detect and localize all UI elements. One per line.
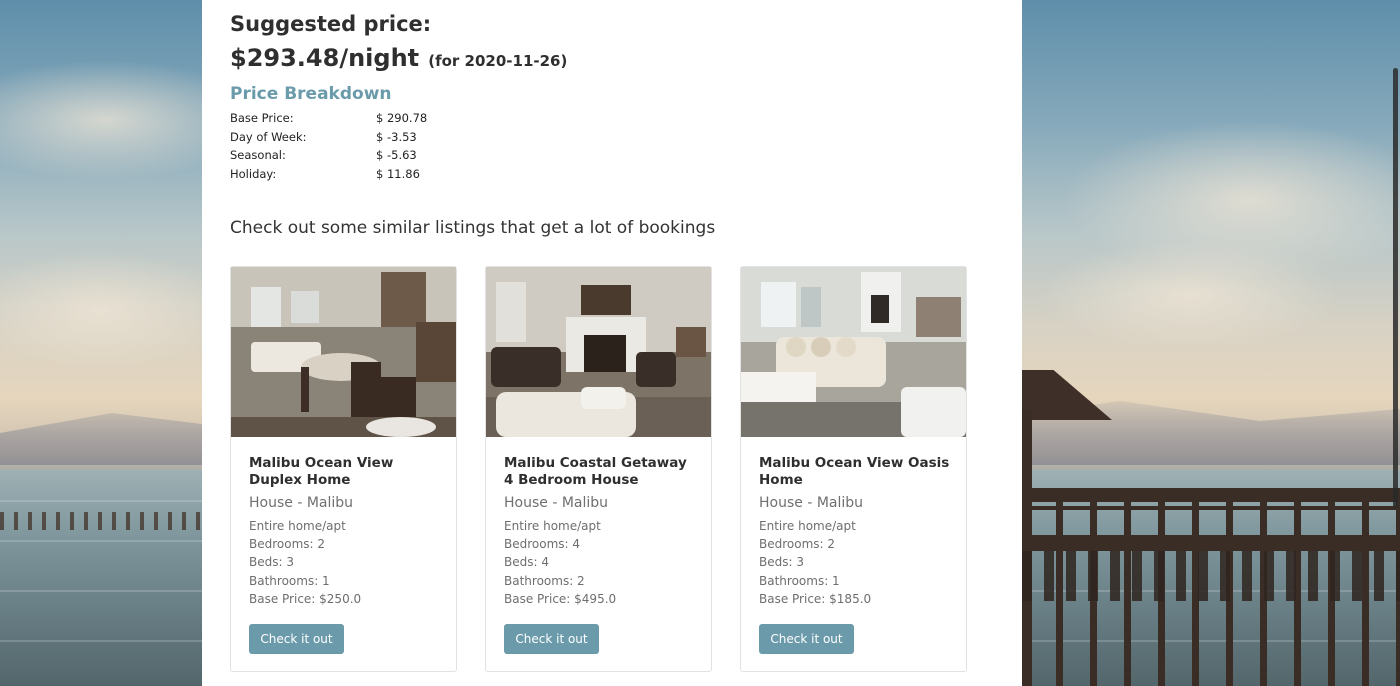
check-it-out-button[interactable]: Check it out	[504, 624, 599, 654]
breakdown-label: Base Price:	[230, 111, 294, 125]
check-it-out-button[interactable]: Check it out	[249, 624, 344, 654]
pier-roof	[1022, 370, 1112, 420]
listing-beds: Beds: 3	[759, 555, 804, 570]
listing-base-price: Base Price: $495.0	[504, 591, 617, 606]
breakdown-label: Day of Week:	[230, 129, 307, 144]
breakdown-value: $ -5.63	[376, 148, 417, 162]
breakdown-label: Holiday:	[230, 166, 277, 181]
listing-title: Malibu Ocean View Duplex Home	[249, 455, 394, 488]
listing-beds: Beds: 4	[504, 555, 549, 570]
listing-subtitle: House - Malibu	[759, 495, 864, 511]
similar-listings-heading: Check out some similar listings that get…	[230, 218, 716, 238]
listing-info: Malibu Ocean View Oasis Home House - Mal…	[759, 455, 955, 608]
listing-card: Malibu Ocean View Duplex Home House - Ma…	[230, 266, 457, 672]
listing-room-type: Entire home/apt	[504, 519, 601, 533]
listing-room-type: Entire home/apt	[759, 519, 856, 533]
listing-photo	[486, 267, 711, 437]
price-breakdown-table: Base Price: $ 290.78 Day of Week: $ -3.5…	[230, 110, 490, 184]
check-it-out-button[interactable]: Check it out	[759, 624, 854, 654]
listing-details: Entire home/apt Bedrooms: 2 Beds: 3 Bath…	[249, 517, 445, 608]
listing-subtitle: House - Malibu	[249, 495, 354, 511]
price-date-note: (for 2020-11-26)	[428, 52, 568, 70]
price-breakdown-title: Price Breakdown	[230, 84, 392, 104]
breakdown-row: Seasonal: $ -5.63	[230, 147, 490, 166]
listing-title: Malibu Ocean View Oasis Home	[759, 455, 950, 488]
listing-bathrooms: Bathrooms: 1	[759, 573, 840, 588]
main-panel: Suggested price: $293.48/night (for 2020…	[202, 0, 1022, 686]
listing-bedrooms: Bedrooms: 2	[249, 537, 326, 552]
listing-details: Entire home/apt Bedrooms: 2 Beds: 3 Bath…	[759, 517, 955, 608]
listing-bathrooms: Bathrooms: 1	[249, 573, 330, 588]
breakdown-row: Day of Week: $ -3.53	[230, 129, 490, 148]
listing-title: Malibu Coastal Getaway 4 Bedroom House	[504, 455, 687, 488]
listing-info: Malibu Ocean View Duplex Home House - Ma…	[249, 455, 445, 608]
breakdown-label: Seasonal:	[230, 148, 286, 162]
water-posts	[0, 512, 200, 530]
suggested-price-label: Suggested price:	[230, 12, 432, 36]
listing-details: Entire home/apt Bedrooms: 4 Beds: 4 Bath…	[504, 517, 700, 608]
listing-base-price: Base Price: $185.0	[759, 591, 872, 606]
breakdown-value: $ 290.78	[376, 111, 428, 125]
breakdown-value: $ 11.86	[376, 166, 420, 181]
breakdown-row: Base Price: $ 290.78	[230, 110, 490, 129]
listing-photo	[741, 267, 966, 437]
listing-beds: Beds: 3	[249, 555, 294, 570]
listing-info: Malibu Coastal Getaway 4 Bedroom House H…	[504, 455, 700, 608]
listing-bedrooms: Bedrooms: 4	[504, 537, 581, 552]
listing-card: Malibu Coastal Getaway 4 Bedroom House H…	[485, 266, 712, 672]
price-per-night: $293.48/night	[230, 44, 420, 72]
listing-subtitle: House - Malibu	[504, 495, 609, 511]
listing-bathrooms: Bathrooms: 2	[504, 573, 585, 588]
listing-photo	[231, 267, 456, 437]
listing-base-price: Base Price: $250.0	[249, 591, 362, 606]
listing-bedrooms: Bedrooms: 2	[759, 537, 836, 552]
breakdown-value: $ -3.53	[376, 129, 417, 144]
suggested-price: $293.48/night (for 2020-11-26)	[230, 44, 567, 72]
page-scrollbar[interactable]	[1393, 68, 1398, 508]
listing-card: Malibu Ocean View Oasis Home House - Mal…	[740, 266, 967, 672]
breakdown-row: Holiday: $ 11.86	[230, 166, 490, 185]
listing-room-type: Entire home/apt	[249, 519, 346, 533]
